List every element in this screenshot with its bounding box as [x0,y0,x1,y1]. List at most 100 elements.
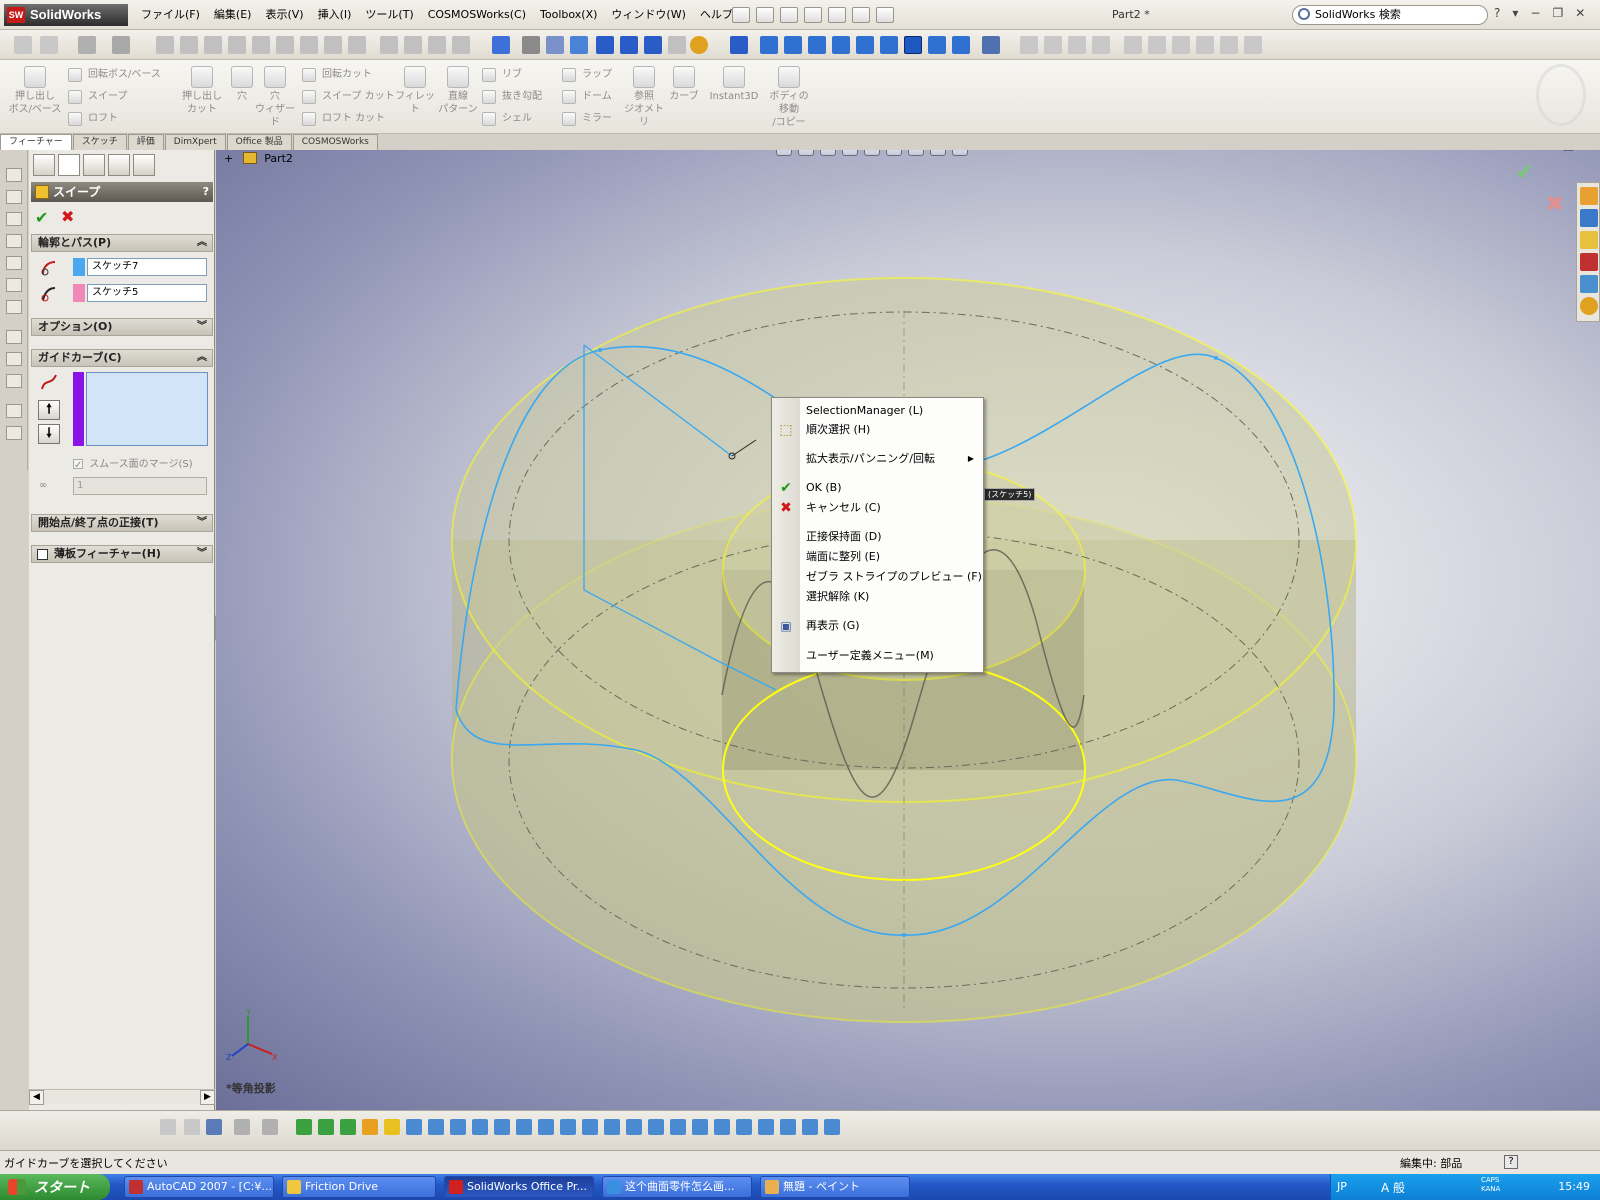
help-button[interactable]: ? [1494,6,1500,20]
sweep-cut-button[interactable]: スイープ カット [302,88,395,106]
undo-icon[interactable] [828,7,846,23]
filter-cosmetic-threads-icon[interactable] [692,1119,708,1135]
shaded-with-edges-icon[interactable] [596,36,614,54]
filter-mid-surfaces-icon[interactable] [802,1119,818,1135]
dimxpert-manager-tab-icon[interactable] [108,154,130,176]
menu-item-select-other[interactable]: 順次選択 (H) [806,420,870,440]
sweep-button[interactable]: スイープ [68,88,127,106]
top-view-icon[interactable] [856,36,874,54]
tab-sketch[interactable]: スケッチ [72,134,127,150]
menu-cosmosworks[interactable]: COSMOSWorks(C) [421,0,533,30]
filter-notes-icon[interactable] [626,1119,642,1135]
fillet-button[interactable]: フィレット [392,66,438,116]
print-icon[interactable] [804,7,822,23]
filter-surface-icon[interactable] [824,1119,840,1135]
taskbar-item-paint[interactable]: 無題 - ペイント [760,1176,910,1198]
menu-item-ok[interactable]: OK (B) [806,478,842,498]
filter-surface-finish-icon[interactable] [582,1119,598,1135]
expand-icon[interactable]: + [224,152,233,165]
shaded-icon[interactable] [620,36,638,54]
menu-item-zoom-pan-rotate[interactable]: 拡大表示/パンニング/回転 ▶ [806,449,980,469]
drawing-tool-10-icon[interactable] [1244,36,1262,54]
solidworks-resources-icon[interactable] [1580,187,1598,205]
feature-tool-10-icon[interactable] [6,374,22,388]
taskbar-item-folder[interactable]: Friction Drive [282,1176,436,1198]
revolve-cut-button[interactable]: 回転カット [302,66,372,84]
filter-centerline-icon[interactable] [538,1119,554,1135]
feature-tool-11-icon[interactable] [6,404,22,418]
dimetric-view-icon[interactable] [952,36,970,54]
filter-connection-points-icon[interactable] [758,1119,774,1135]
wrap-button[interactable]: ラップ [562,66,612,84]
language-indicator[interactable]: JP [1337,1180,1347,1193]
tab-office-products[interactable]: Office 製品 [226,134,292,150]
guide-curves-list[interactable] [86,372,208,446]
taskbar-item-browser[interactable]: 这个曲面零件怎么画... [602,1176,752,1198]
feature-tool-3-icon[interactable] [6,212,22,226]
save-icon[interactable] [780,7,798,23]
datum-icon[interactable] [324,36,342,54]
zoom-to-fit-icon[interactable] [776,150,792,156]
center-mark-icon[interactable] [452,36,470,54]
drawing-tool-5-icon[interactable] [1124,36,1142,54]
thin-feature-checkbox[interactable] [37,549,48,560]
configuration-manager-tab-icon[interactable] [83,154,105,176]
menu-item-customize-menu[interactable]: ユーザー定義メニュー(M) [806,646,934,666]
filter-select-all-icon[interactable] [206,1119,222,1135]
tab-cosmosworks[interactable]: COSMOSWorks [292,134,378,150]
isometric-view-icon[interactable] [904,36,922,54]
merge-smooth-faces-checkbox[interactable]: ✓ スムース面のマージ(S) [73,455,193,471]
design-library-icon[interactable] [1580,209,1598,227]
confirmation-ok-check-icon[interactable]: ✔ [1516,160,1534,185]
filter-surface-bodies-icon[interactable] [362,1119,378,1135]
drawing-tool-7-icon[interactable] [1172,36,1190,54]
tab-features[interactable]: フィーチャー [0,134,72,150]
extrude-cut-button[interactable]: 押し出し カット [178,66,226,116]
filter-dimensions-icon[interactable] [560,1119,576,1135]
view-orientation-icon[interactable] [864,150,880,156]
move-up-arrow-icon[interactable]: 🠕 [38,400,60,420]
filter-lasso-icon[interactable] [262,1119,278,1135]
feature-tool-6-icon[interactable] [6,278,22,292]
display-style-icon[interactable] [886,150,902,156]
hole-wizard-button[interactable]: 穴 ウィザード [252,66,298,129]
feature-tool-12-icon[interactable] [6,426,22,440]
feature-manager-tab-icon[interactable] [33,154,55,176]
spell-check-icon[interactable] [156,36,174,54]
filter-edges-icon[interactable] [318,1119,334,1135]
curves-button[interactable]: カーブ [666,66,702,103]
menu-item-selection-manager[interactable]: SelectionManager (L) [806,401,923,421]
group-guide-curves[interactable]: ガイドカーブ(C) ︽ [31,349,213,367]
profile-selection-field[interactable]: スケッチ7 [87,258,207,276]
group-thin-feature[interactable]: 薄板フィーチャー(H) ︾ [31,545,213,563]
feature-tool-8-icon[interactable] [6,330,22,344]
right-view-icon[interactable] [832,36,850,54]
revision-icon[interactable] [428,36,446,54]
open-icon[interactable] [756,7,774,23]
previous-view-icon[interactable] [820,150,836,156]
draft-button[interactable]: 抜き勾配 [482,88,542,106]
scroll-left-icon[interactable]: ◀ [29,1090,44,1105]
filter-solid-bodies-icon[interactable] [384,1119,400,1135]
drawing-tool-3-icon[interactable] [1068,36,1086,54]
appearance-icon[interactable] [690,36,708,54]
pan-icon[interactable] [570,36,588,54]
tolerance-icon[interactable] [348,36,366,54]
section-view-icon[interactable] [842,150,858,156]
drawing-tool-4-icon[interactable] [1092,36,1110,54]
group-profile-and-path[interactable]: 輪郭とパス(P) ︽ [31,234,213,252]
filter-arrow-icon[interactable] [234,1119,250,1135]
back-view-icon[interactable] [784,36,802,54]
property-manager-tab-icon[interactable] [58,154,80,176]
feature-tool-5-icon[interactable] [6,256,22,270]
filter-toggle-icon[interactable] [160,1119,176,1135]
ok-check-icon[interactable]: ✔ [35,208,48,227]
filter-center-marks-icon[interactable] [516,1119,532,1135]
filter-routing-points-icon[interactable] [780,1119,796,1135]
apply-scene-icon[interactable] [952,150,968,156]
path-selection-field[interactable]: スケッチ5 [87,284,207,302]
viewport-minimize-button[interactable]: − [1543,150,1553,154]
left-view-icon[interactable] [808,36,826,54]
taskbar-item-autocad[interactable]: AutoCAD 2007 - [C:¥... [124,1176,274,1198]
loft-button[interactable]: ロフト [68,110,118,128]
